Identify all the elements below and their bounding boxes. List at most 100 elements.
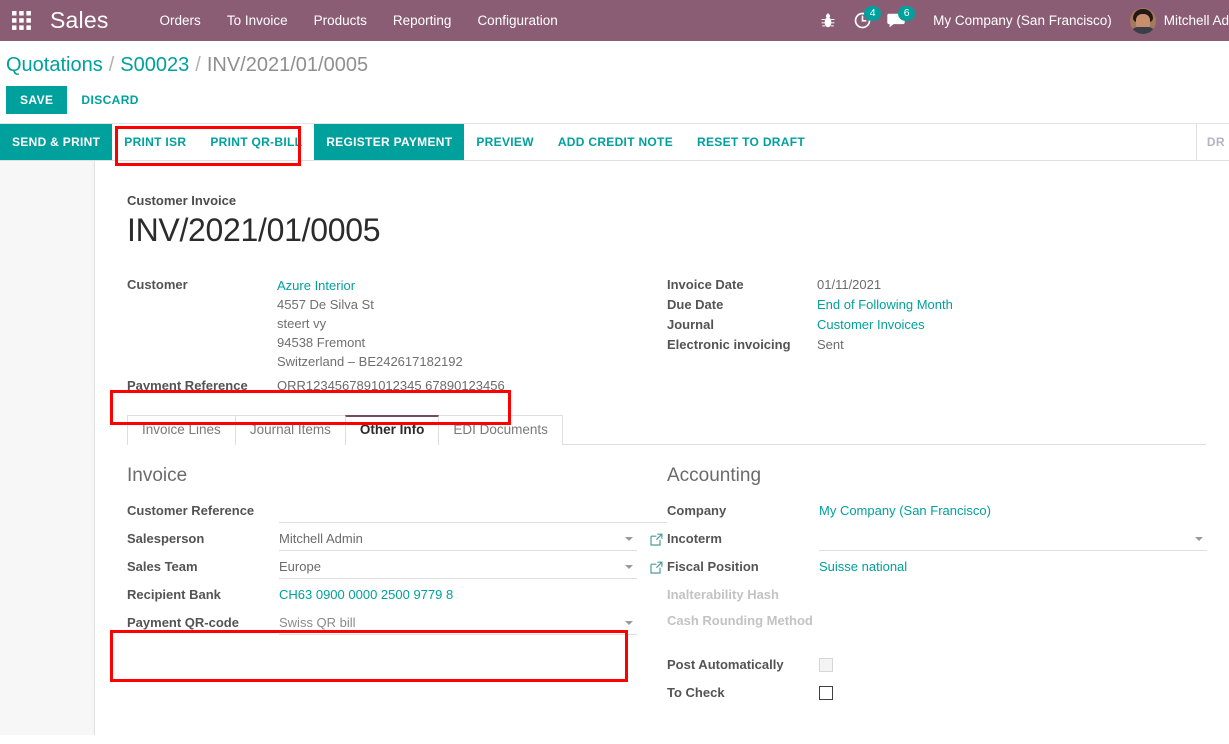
breadcrumb-separator: / (195, 54, 201, 76)
tab-other-info[interactable]: Other Info (344, 415, 440, 446)
field-input-recipient-bank[interactable]: CH63 0900 0000 2500 9779 8 (279, 583, 637, 607)
breadcrumb: Quotations / S00023 / INV/2021/01/0005 (0, 41, 1229, 86)
field-value-recipient-bank[interactable]: CH63 0900 0000 2500 9779 8 (279, 586, 453, 604)
menu-item-reporting[interactable]: Reporting (380, 0, 465, 41)
field-company: Company My Company (San Francisco) (667, 497, 1207, 525)
field-input-sales-team[interactable]: Europe (279, 555, 637, 579)
field-to-check: To Check (667, 679, 1207, 707)
field-input-customer-reference[interactable] (279, 499, 667, 523)
save-button[interactable]: SAVE (6, 86, 68, 114)
tab-invoice-lines[interactable]: Invoice Lines (127, 415, 236, 445)
field-customer: Customer Azure Interior 4557 De Silva St… (127, 275, 667, 372)
checkbox-post-automatically (819, 658, 833, 672)
breadcrumb-item-s00023[interactable]: S00023 (120, 54, 189, 77)
field-input-to-check[interactable] (819, 681, 1207, 705)
apps-grid-icon (11, 11, 31, 30)
form-view-background: Customer Invoice INV/2021/01/0005 Custom… (0, 161, 1229, 735)
company-switcher[interactable]: My Company (San Francisco) (913, 13, 1126, 28)
field-customer-reference: Customer Reference (127, 497, 667, 525)
preview-button[interactable]: PREVIEW (464, 124, 545, 160)
group-title-invoice: Invoice (127, 465, 188, 486)
form-subtitle: Customer Invoice (127, 193, 237, 208)
group-accounting: Accounting Company My Company (San Franc… (667, 465, 1207, 707)
menu-item-configuration[interactable]: Configuration (464, 0, 570, 41)
field-salesperson: Salesperson Mitchell Admin (127, 525, 667, 553)
field-input-salesperson[interactable]: Mitchell Admin (279, 527, 637, 551)
field-input-inalterability-hash (819, 583, 1207, 607)
user-menu-toggle[interactable]: Mitchell Ad (1126, 7, 1229, 34)
chevron-down-icon[interactable] (625, 536, 633, 541)
field-value-due-date[interactable]: End of Following Month (817, 295, 1207, 315)
menu-item-products[interactable]: Products (301, 0, 380, 41)
systray: 4 6 My Company (San Francisco) Mitchell … (811, 0, 1229, 41)
tab-edi-documents[interactable]: EDI Documents (438, 415, 563, 445)
field-journal: Journal Customer Invoices (667, 315, 1207, 335)
print-isr-button[interactable]: PRINT ISR (112, 124, 198, 160)
external-link-icon (649, 533, 662, 546)
field-input-fiscal-position[interactable]: Suisse national (819, 555, 1207, 579)
apps-menu-toggle[interactable] (0, 0, 42, 41)
print-qr-bill-button[interactable]: PRINT QR-BILL (198, 124, 314, 160)
statusbar-status: DR (1195, 124, 1229, 160)
discard-button[interactable]: DISCARD (67, 86, 152, 114)
header-fields: Customer Azure Interior 4557 De Silva St… (127, 275, 1206, 396)
menu-item-orders[interactable]: Orders (147, 0, 214, 41)
menu-item-to-invoice[interactable]: To Invoice (214, 0, 301, 41)
field-fiscal-position: Fiscal Position Suisse national (667, 553, 1207, 581)
field-value-invoice-date[interactable]: 01/11/2021 (817, 275, 1207, 295)
field-input-payment-qr-code[interactable]: Swiss QR bill (279, 611, 637, 635)
field-label-customer-reference: Customer Reference (127, 503, 255, 518)
app-brand-sales[interactable]: Sales (42, 7, 127, 34)
field-value-payment-qr-code: Swiss QR bill (279, 614, 356, 630)
internal-link-salesperson[interactable] (645, 533, 667, 546)
field-value-payment-reference[interactable]: QRR1234567891012345 67890123456 (277, 376, 667, 396)
reset-to-draft-button[interactable]: RESET TO DRAFT (685, 124, 817, 160)
chevron-down-icon[interactable] (625, 564, 633, 569)
field-label-payment-qr-code: Payment QR-code (127, 615, 239, 630)
field-label-salesperson: Salesperson (127, 531, 205, 546)
field-input-incoterm[interactable] (819, 527, 1207, 551)
field-value-fiscal-position[interactable]: Suisse national (819, 558, 907, 576)
customer-address-country: Switzerland – BE242617182192 (277, 354, 463, 369)
field-input-post-automatically (819, 653, 1207, 677)
top-navbar: Sales Orders To Invoice Products Reporti… (0, 0, 1229, 41)
field-electronic-invoicing: Electronic invoicing Sent (667, 335, 1207, 355)
messaging-menu-toggle[interactable]: 6 (879, 0, 916, 41)
add-credit-note-button[interactable]: ADD CREDIT NOTE (546, 124, 685, 160)
field-inalterability-hash: Inalterability Hash (667, 581, 1207, 609)
customer-link[interactable]: Azure Interior (277, 276, 667, 295)
debug-menu-toggle[interactable] (811, 0, 845, 41)
field-value-salesperson: Mitchell Admin (279, 530, 363, 546)
customer-address-street2: steert vy (277, 316, 327, 331)
field-recipient-bank: Recipient Bank CH63 0900 0000 2500 9779 … (127, 581, 667, 609)
checkbox-to-check[interactable] (819, 686, 833, 700)
field-value-company[interactable]: My Company (San Francisco) (819, 502, 991, 520)
field-incoterm: Incoterm (667, 525, 1207, 553)
field-value-journal[interactable]: Customer Invoices (817, 315, 1207, 335)
field-label-company: Company (667, 503, 727, 518)
field-label-sales-team: Sales Team (127, 559, 198, 574)
send-and-print-button[interactable]: SEND & PRINT (0, 124, 113, 160)
internal-link-sales-team[interactable] (645, 561, 667, 574)
field-label-due-date: Due Date (667, 297, 724, 312)
edit-action-bar: SAVE DISCARD (0, 86, 1229, 123)
form-sheet: Customer Invoice INV/2021/01/0005 Custom… (94, 161, 1229, 735)
status-badge-draft[interactable]: DR (1207, 135, 1229, 149)
tab-journal-items[interactable]: Journal Items (234, 415, 346, 445)
page-title: INV/2021/01/0005 (127, 212, 381, 248)
field-value-sales-team: Europe (279, 558, 321, 574)
breadcrumb-item-quotations[interactable]: Quotations (6, 54, 103, 77)
chevron-down-icon[interactable] (1195, 536, 1203, 541)
customer-address-city: 94538 Fremont (277, 335, 366, 350)
chevron-down-icon[interactable] (625, 620, 633, 625)
field-input-cash-rounding-method (819, 609, 1207, 633)
field-label-incoterm: Incoterm (667, 531, 722, 546)
main-menu: Orders To Invoice Products Reporting Con… (147, 0, 571, 41)
bug-icon (821, 12, 835, 27)
activity-menu-toggle[interactable]: 4 (845, 0, 882, 41)
messaging-counter-badge: 6 (898, 6, 916, 21)
control-panel: Quotations / S00023 / INV/2021/01/0005 S… (0, 41, 1229, 123)
breadcrumb-separator: / (108, 54, 115, 76)
field-input-company[interactable]: My Company (San Francisco) (819, 499, 1207, 523)
register-payment-button[interactable]: REGISTER PAYMENT (314, 124, 465, 160)
